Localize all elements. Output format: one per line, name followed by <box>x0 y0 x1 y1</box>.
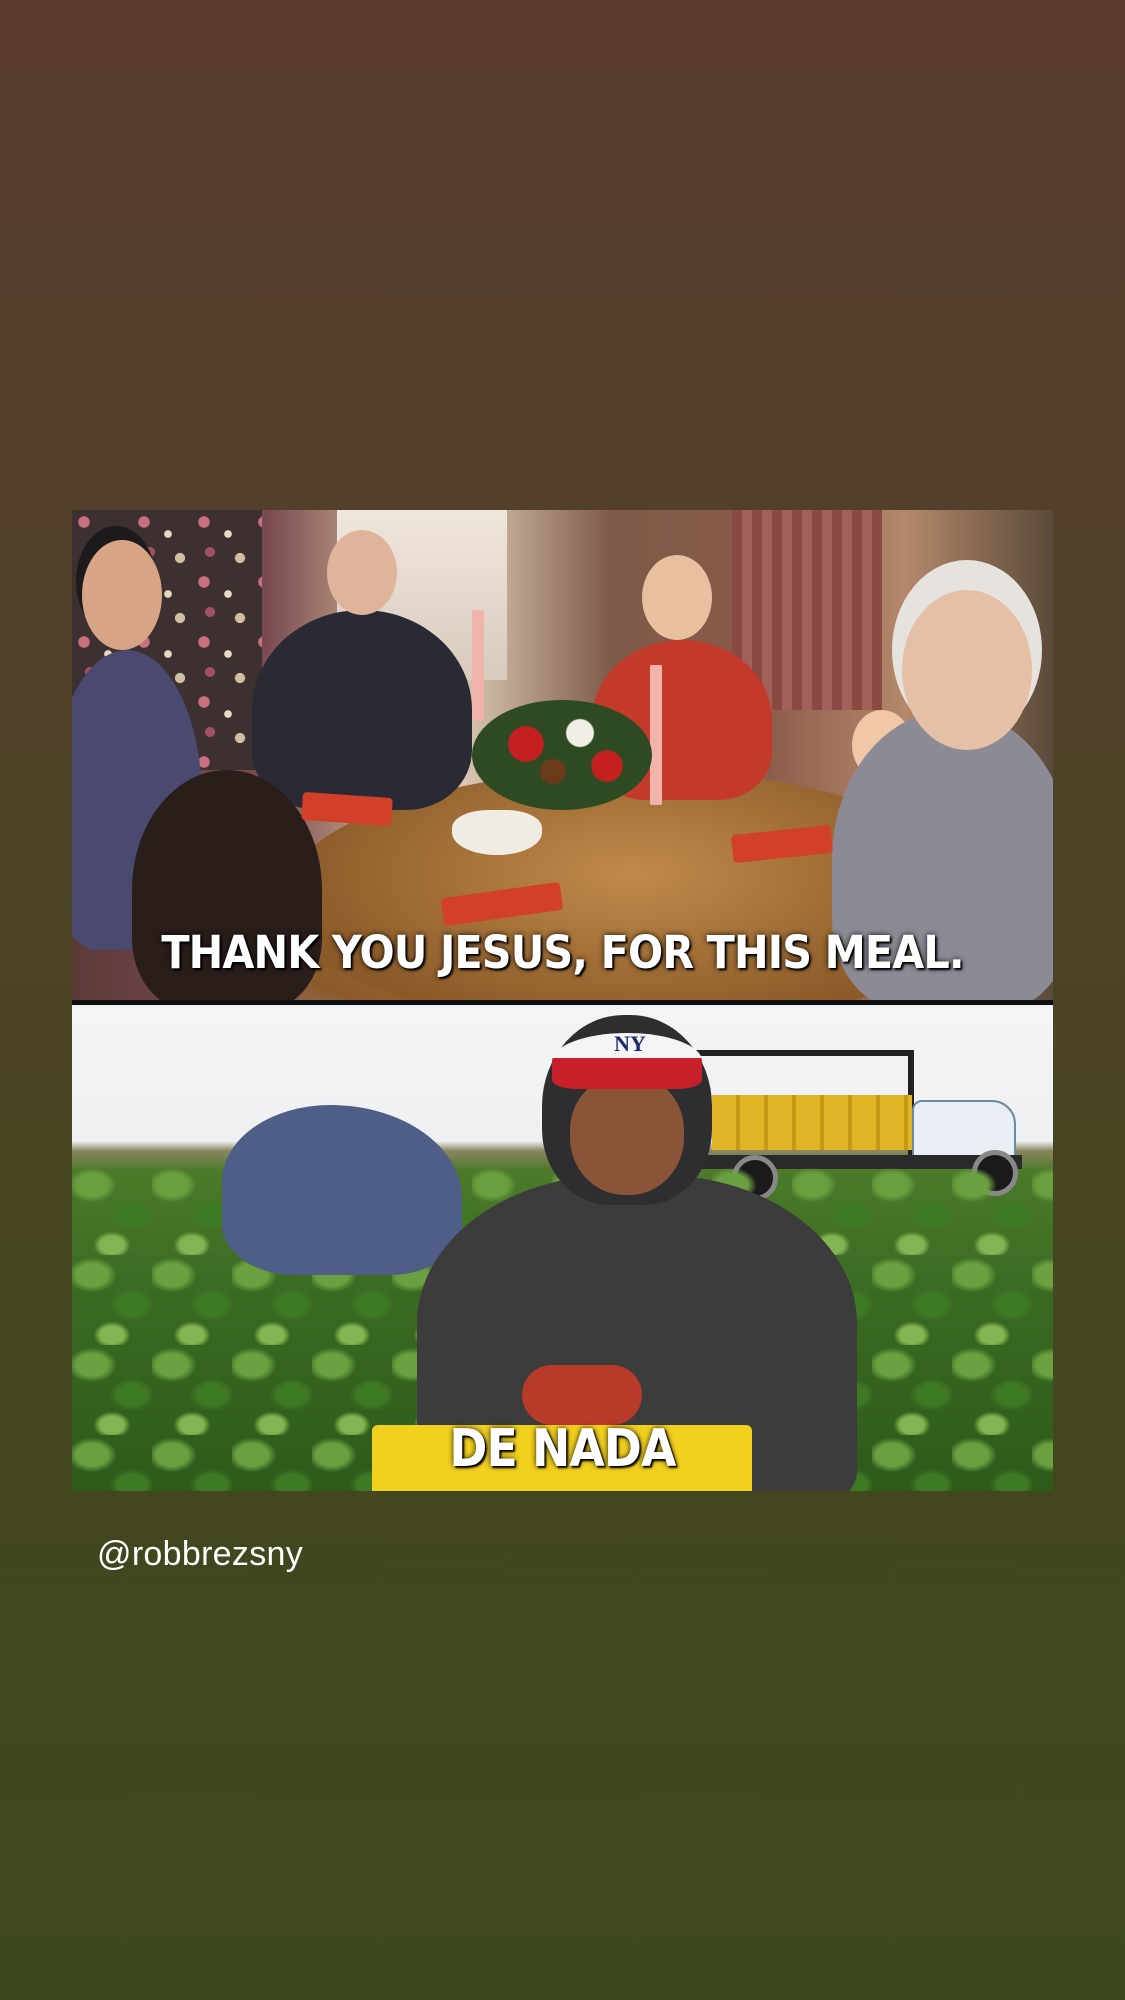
woman-head <box>642 555 712 640</box>
red-glove <box>522 1365 642 1425</box>
story-view: THANK YOU JESUS, FOR THIS MEAL. NY DE NA… <box>0 0 1125 2000</box>
bottom-caption: DE NADA <box>449 1419 676 1479</box>
man-head <box>82 540 162 650</box>
candle <box>650 665 662 805</box>
mention-handle[interactable]: @robbrezsny <box>97 1535 303 1574</box>
flower-centerpiece <box>472 700 652 810</box>
candle <box>472 610 484 720</box>
grandfather-head <box>327 530 397 615</box>
stacked-crates <box>712 1095 912 1150</box>
young-worker-face <box>570 1075 684 1195</box>
napkin <box>301 791 393 827</box>
cap-logo: NY <box>614 1031 646 1056</box>
grandfather <box>252 610 472 810</box>
grandmother-head <box>902 590 1032 750</box>
bending-worker <box>222 1105 462 1275</box>
top-caption: THANK YOU JESUS, FOR THIS MEAL. <box>161 926 964 979</box>
meme-image: THANK YOU JESUS, FOR THIS MEAL. NY DE NA… <box>72 510 1053 1491</box>
field-scene-panel: NY DE NADA <box>72 1005 1053 1491</box>
dinner-scene-panel: THANK YOU JESUS, FOR THIS MEAL. <box>72 510 1053 1000</box>
gravy-boat <box>452 810 542 855</box>
